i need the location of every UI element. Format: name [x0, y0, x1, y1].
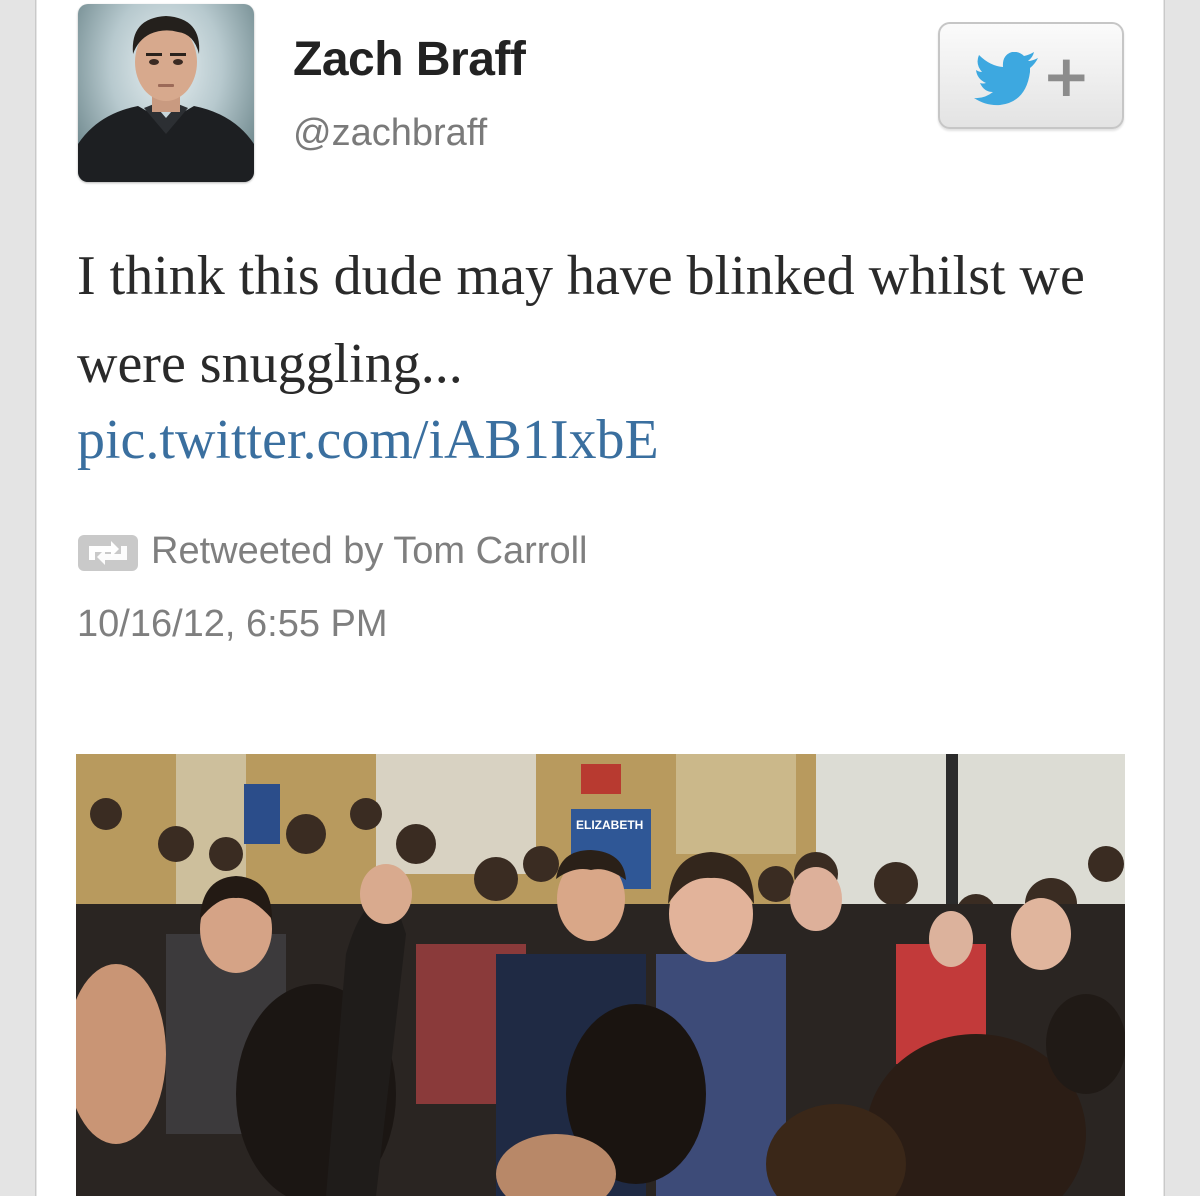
retweeted-by-label: Retweeted by Tom Carroll [151, 530, 588, 572]
user-name[interactable]: Zach Braff [293, 32, 526, 87]
twitter-bird-icon [974, 51, 1040, 111]
tweet-card: Zach Braff @zachbraff + I think this dud… [37, 0, 1163, 1196]
tweet-photo[interactable]: ELIZABETH [76, 754, 1125, 1196]
avatar[interactable] [78, 4, 254, 182]
follow-button[interactable]: + [938, 22, 1124, 129]
right-gutter [1164, 0, 1200, 1196]
retweet-icon [77, 534, 139, 577]
user-handle[interactable]: @zachbraff [293, 112, 487, 155]
left-gutter [0, 0, 36, 1196]
tweet-timestamp: 10/16/12, 6:55 PM [77, 603, 388, 645]
follow-plus-label: + [1042, 42, 1091, 110]
tweet-photo-link[interactable]: pic.twitter.com/iAB1IxbE [77, 408, 659, 472]
tweet-text: I think this dude may have blinked whils… [77, 245, 1085, 395]
campaign-sign-text: ELIZABETH [576, 818, 643, 832]
